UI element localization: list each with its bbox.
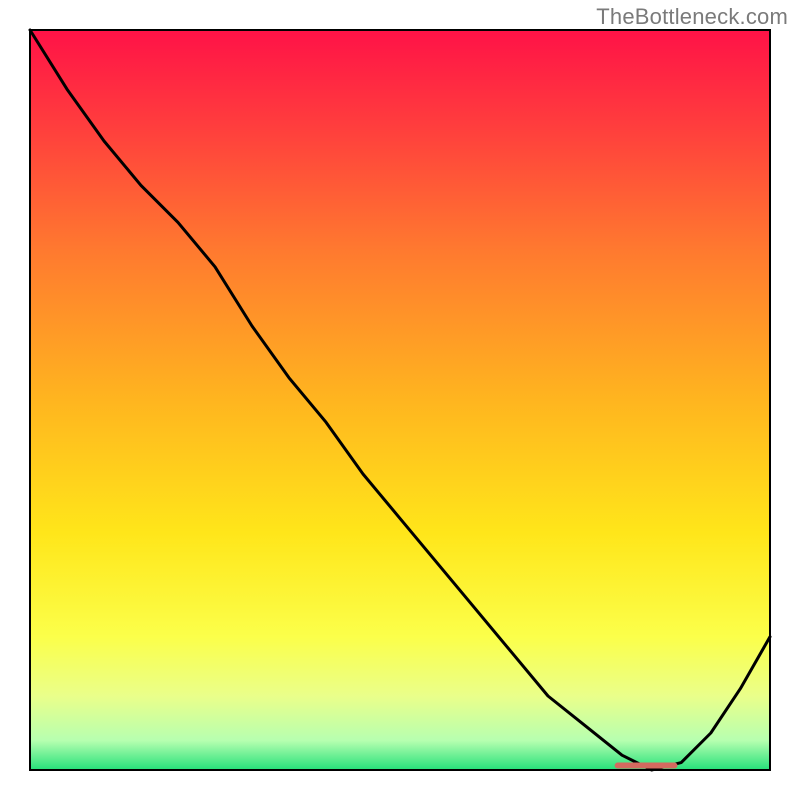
- plot-background: [30, 30, 770, 770]
- bottleneck-chart: [0, 0, 800, 800]
- chart-frame: TheBottleneck.com: [0, 0, 800, 800]
- optimal-marker: [615, 763, 678, 769]
- watermark-text: TheBottleneck.com: [596, 4, 788, 30]
